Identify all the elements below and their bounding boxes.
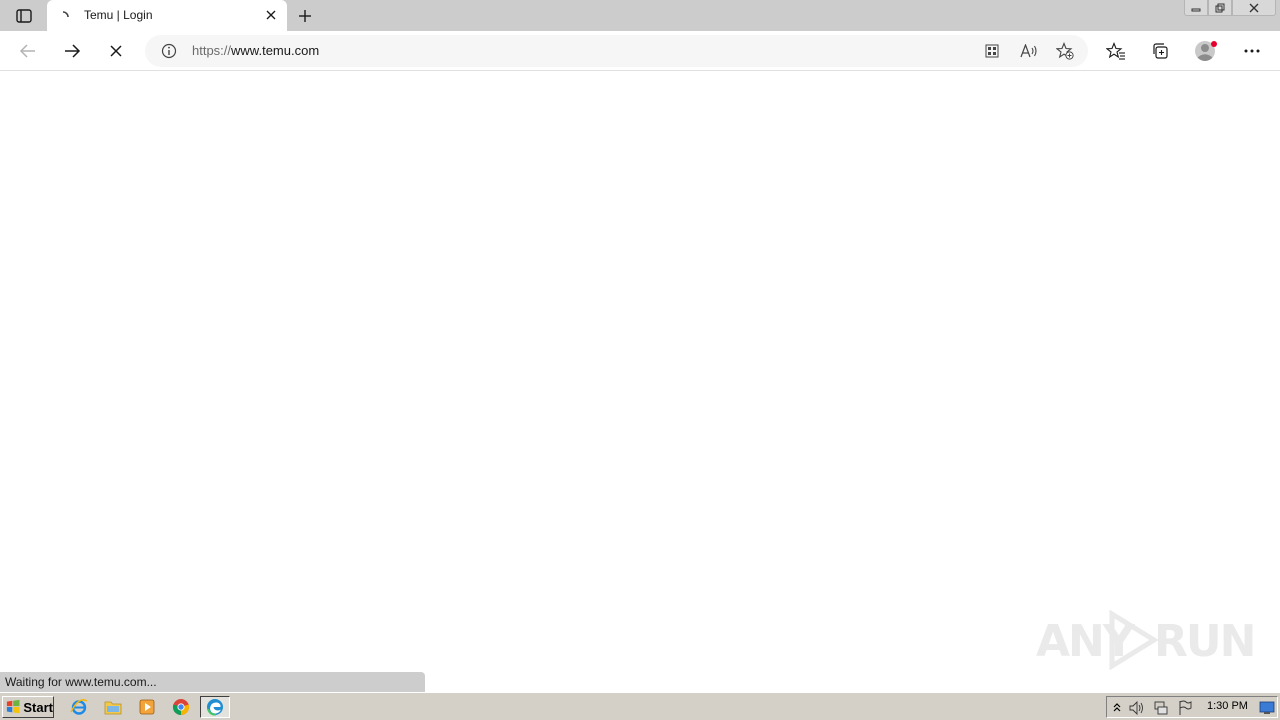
play-icon: [1109, 610, 1158, 670]
desktop-icon: [1259, 701, 1275, 714]
volume-icon: [1129, 701, 1143, 715]
add-favorite-button[interactable]: [1054, 41, 1076, 61]
restore-icon: [1215, 3, 1225, 12]
more-button[interactable]: [1238, 37, 1266, 65]
new-tab-button[interactable]: [294, 5, 316, 27]
minimize-icon: [1191, 8, 1201, 11]
volume-button[interactable]: [1129, 700, 1145, 716]
stop-icon: [110, 45, 122, 57]
tab-actions-icon: [16, 9, 32, 23]
internet-explorer-icon: [70, 699, 88, 715]
back-button[interactable]: [14, 37, 42, 65]
taskbar: Start 1:30 PM: [0, 692, 1280, 720]
read-aloud-button[interactable]: [1018, 41, 1040, 61]
system-tray: 1:30 PM: [1106, 696, 1278, 718]
apps-button[interactable]: [981, 41, 1003, 61]
browser-window: Temu | Login https://www.temu.com ANY RU…: [0, 0, 1280, 720]
start-label: Start: [23, 699, 53, 715]
quicklaunch-explorer[interactable]: [103, 698, 123, 716]
watermark-logo: ANY RUN: [1036, 606, 1256, 672]
chevron-up-icon: [1113, 703, 1121, 712]
close-icon: [266, 10, 276, 20]
profile-icon: [1195, 41, 1217, 61]
flag-icon: [1179, 700, 1192, 715]
taskbar-edge-active[interactable]: [200, 696, 230, 718]
tab-title: Temu | Login: [84, 8, 153, 22]
plus-icon: [299, 10, 311, 22]
windows-logo-icon: [6, 699, 20, 714]
restore-button[interactable]: [1208, 0, 1232, 16]
url-text[interactable]: https://www.temu.com: [192, 43, 319, 58]
address-bar[interactable]: https://www.temu.com: [145, 35, 1088, 67]
close-icon: [1249, 3, 1259, 12]
quicklaunch-media-player[interactable]: [137, 698, 157, 716]
info-icon[interactable]: [161, 43, 177, 59]
tab-actions-button[interactable]: [10, 5, 38, 27]
minimize-button[interactable]: [1184, 0, 1208, 16]
collections-icon: [1153, 43, 1168, 59]
collections-button[interactable]: [1146, 37, 1174, 65]
arrow-right-icon: [65, 44, 81, 58]
network-icon: [1154, 701, 1168, 715]
stop-loading-button[interactable]: [102, 37, 130, 65]
clock[interactable]: 1:30 PM: [1207, 700, 1248, 712]
tab-active[interactable]: Temu | Login: [47, 0, 287, 31]
media-player-icon: [139, 699, 155, 715]
close-tab-button[interactable]: [263, 7, 279, 23]
network-button[interactable]: [1153, 700, 1169, 716]
tab-bar: Temu | Login: [0, 0, 1280, 31]
favorites-button[interactable]: [1102, 37, 1130, 65]
star-plus-icon: [1056, 42, 1074, 60]
more-icon: [1244, 49, 1260, 53]
folder-icon: [104, 701, 122, 715]
quicklaunch-chrome[interactable]: [171, 698, 191, 716]
read-aloud-icon: [1020, 44, 1037, 58]
url-host: www.temu.com: [231, 43, 320, 58]
url-scheme: https://: [192, 43, 232, 58]
start-button[interactable]: Start: [2, 696, 54, 718]
edge-icon: [207, 699, 223, 716]
close-window-button[interactable]: [1232, 0, 1276, 16]
loading-icon: [57, 8, 69, 20]
page-content: [0, 71, 1280, 691]
show-desktop-button[interactable]: [1259, 700, 1275, 716]
chrome-icon: [172, 699, 190, 716]
arrow-left-icon: [19, 44, 35, 58]
status-bubble: Waiting for www.temu.com...: [0, 672, 425, 692]
forward-button[interactable]: [58, 37, 86, 65]
action-center-button[interactable]: [1177, 700, 1193, 716]
profile-button[interactable]: [1192, 37, 1220, 65]
quicklaunch-ie[interactable]: [69, 698, 89, 716]
apps-icon: [985, 44, 999, 58]
tray-expand-button[interactable]: [1109, 700, 1125, 716]
browser-toolbar: https://www.temu.com: [0, 31, 1280, 71]
watermark-text-right: RUN: [1154, 616, 1256, 667]
favorites-icon: [1106, 42, 1125, 60]
